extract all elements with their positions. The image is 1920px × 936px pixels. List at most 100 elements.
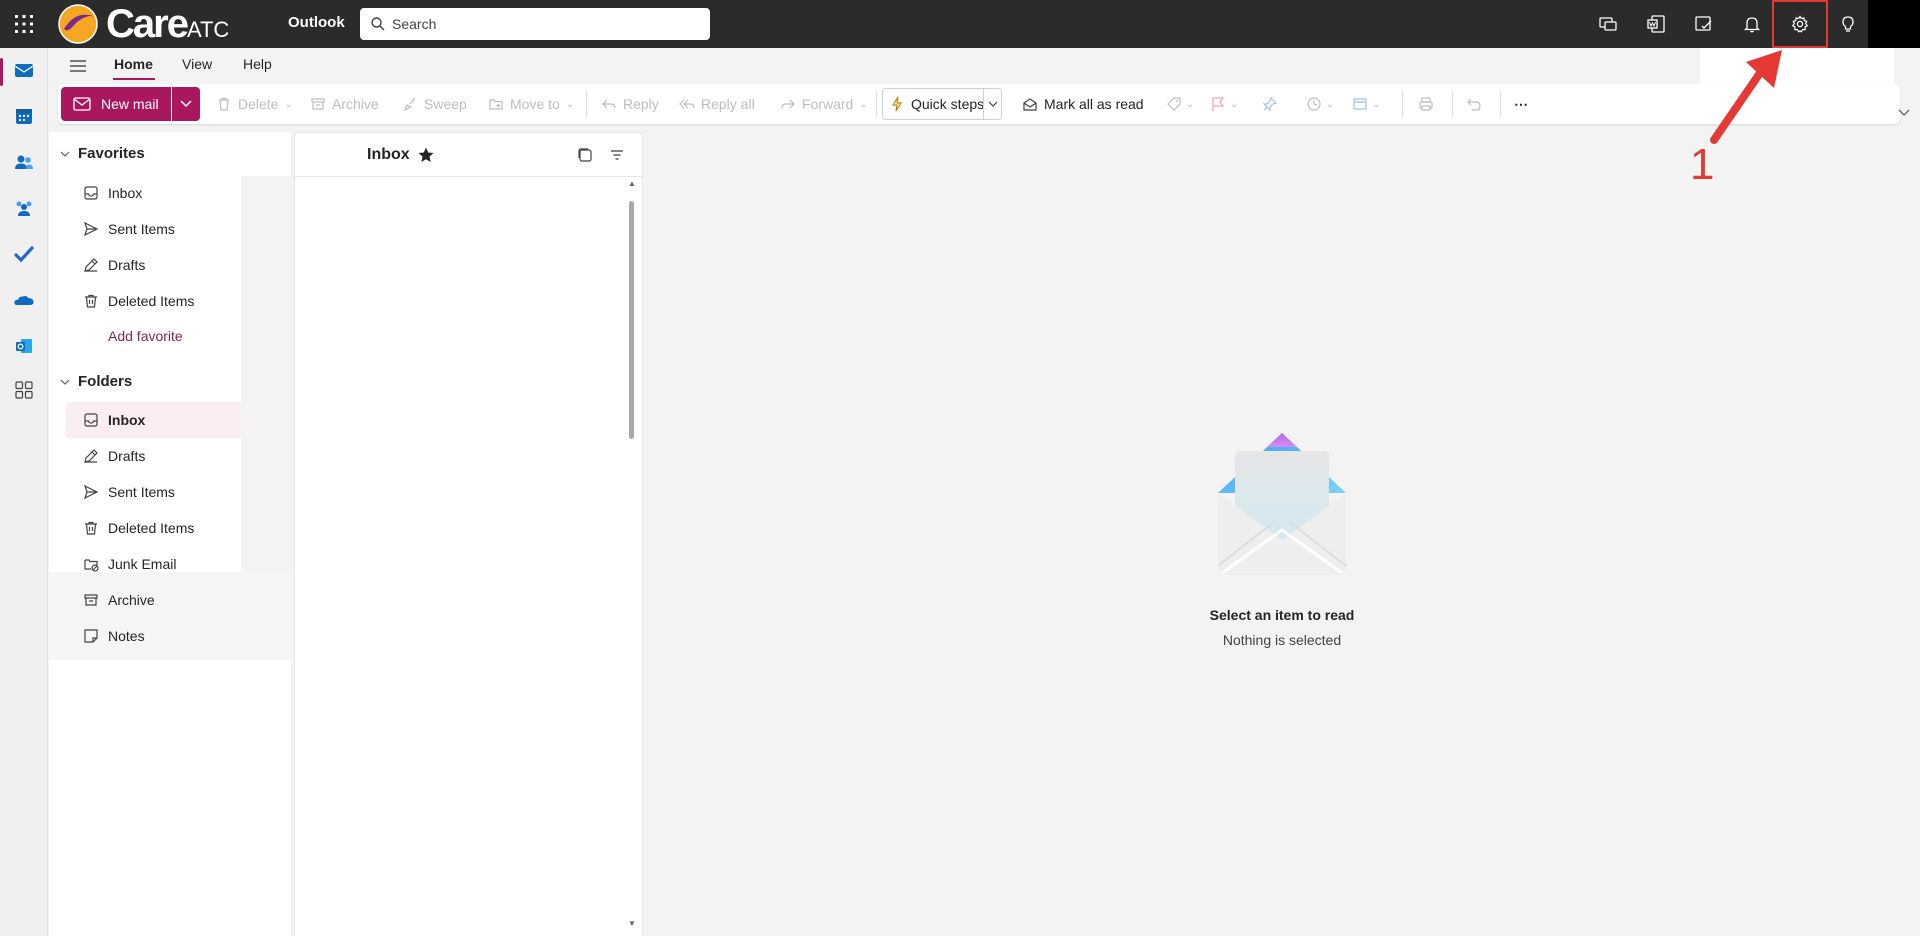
reading-pane-empty-title: Select an item to read bbox=[1209, 607, 1355, 623]
folders-header[interactable]: Folders bbox=[60, 373, 132, 390]
folder-deleted-items[interactable]: Deleted Items bbox=[82, 518, 194, 538]
app-name[interactable]: Outlook bbox=[288, 14, 345, 31]
quick-steps-label: Quick steps bbox=[911, 96, 985, 112]
snooze-button[interactable]: ⌄ bbox=[1306, 94, 1334, 114]
scroll-up-arrow-icon[interactable]: ▲ bbox=[628, 179, 636, 188]
folder-notes[interactable]: Notes bbox=[82, 626, 145, 646]
folder-junk-email-label: Junk Email bbox=[108, 556, 177, 572]
reply-button[interactable]: Reply bbox=[601, 94, 659, 114]
add-favorite-link[interactable]: Add favorite bbox=[108, 328, 183, 344]
select-mode-icon[interactable] bbox=[577, 147, 593, 166]
favorites-header[interactable]: Favorites bbox=[60, 145, 145, 162]
favorite-inbox[interactable]: Inbox bbox=[82, 183, 142, 203]
annotation-step-number: 1 bbox=[1690, 140, 1715, 189]
mark-all-read-button[interactable]: Mark all as read bbox=[1022, 94, 1144, 114]
folders-header-label: Folders bbox=[78, 373, 133, 390]
delete-button[interactable]: Delete ⌄ bbox=[216, 94, 293, 114]
mail-icon bbox=[73, 97, 91, 111]
groups-app-icon[interactable] bbox=[12, 196, 36, 220]
rules-button[interactable]: ⌄ bbox=[1352, 94, 1380, 114]
reading-pane-empty-subtitle: Nothing is selected bbox=[1222, 632, 1342, 648]
folder-inbox-label: Inbox bbox=[108, 412, 146, 428]
undo-icon bbox=[1467, 98, 1481, 111]
app-launcher-icon[interactable] bbox=[12, 12, 36, 36]
folder-sent-items[interactable]: Sent Items bbox=[82, 482, 175, 502]
favorite-sent-items-label: Sent Items bbox=[108, 221, 175, 237]
inbox-icon bbox=[82, 184, 100, 202]
onedrive-app-icon[interactable] bbox=[12, 288, 36, 312]
reply-all-label: Reply all bbox=[701, 96, 755, 112]
favorite-star-icon[interactable] bbox=[417, 146, 435, 167]
my-day-icon[interactable] bbox=[1692, 12, 1716, 36]
folder-drafts[interactable]: Drafts bbox=[82, 446, 145, 466]
reply-all-button[interactable]: Reply all bbox=[679, 94, 755, 114]
people-app-icon[interactable] bbox=[12, 150, 36, 174]
sweep-label: Sweep bbox=[424, 96, 467, 112]
account-avatar[interactable] bbox=[1868, 0, 1920, 48]
toolbar-divider bbox=[1452, 90, 1453, 118]
scroll-down-arrow-icon[interactable]: ▼ bbox=[628, 919, 636, 928]
tips-lightbulb-icon[interactable] bbox=[1836, 12, 1860, 36]
brand-name-suffix: ATC bbox=[186, 17, 230, 42]
archive-icon bbox=[311, 98, 325, 110]
mail-app-icon[interactable] bbox=[12, 58, 36, 82]
word-app-icon[interactable] bbox=[1644, 12, 1668, 36]
message-list-scrollbar[interactable]: ▲ ▼ bbox=[626, 179, 636, 931]
archive-label: Archive bbox=[332, 96, 379, 112]
more-apps-icon[interactable] bbox=[12, 378, 36, 402]
todo-app-icon[interactable] bbox=[12, 242, 36, 266]
outlook-app-icon[interactable] bbox=[12, 334, 36, 358]
quick-steps-button[interactable]: Quick steps bbox=[882, 88, 1002, 120]
notifications-bell-icon[interactable] bbox=[1740, 12, 1764, 36]
more-options-button[interactable]: ⋯ bbox=[1514, 94, 1528, 114]
new-mail-dropdown-button[interactable] bbox=[172, 87, 200, 121]
chevron-down-icon bbox=[60, 151, 70, 157]
lightning-icon bbox=[891, 96, 903, 112]
sweep-button[interactable]: Sweep bbox=[402, 94, 467, 114]
pin-button[interactable] bbox=[1262, 94, 1278, 114]
empty-envelope-illustration bbox=[1212, 430, 1352, 580]
reply-all-icon bbox=[679, 99, 695, 109]
print-button[interactable] bbox=[1418, 94, 1434, 114]
search-input[interactable] bbox=[392, 16, 692, 32]
calendar-app-icon[interactable] bbox=[12, 104, 36, 128]
tab-view[interactable]: View bbox=[182, 56, 212, 72]
hamburger-menu-icon[interactable] bbox=[68, 57, 88, 75]
drafts-icon bbox=[82, 447, 100, 465]
favorite-sent-items[interactable]: Sent Items bbox=[82, 219, 175, 239]
brand-logo[interactable]: CareATC bbox=[56, 3, 246, 45]
new-mail-button[interactable]: New mail bbox=[61, 87, 171, 121]
folder-notes-label: Notes bbox=[108, 628, 145, 644]
search-box[interactable] bbox=[360, 8, 710, 40]
flag-button[interactable]: ⌄ bbox=[1210, 94, 1238, 114]
favorite-deleted-items[interactable]: Deleted Items bbox=[82, 291, 194, 311]
undo-button[interactable] bbox=[1466, 94, 1482, 114]
tag-icon bbox=[1167, 97, 1181, 111]
folder-junk-email[interactable]: Junk Email bbox=[82, 554, 176, 574]
tab-home[interactable]: Home bbox=[114, 56, 153, 72]
forward-button[interactable]: Forward ⌄ bbox=[780, 94, 868, 114]
toolbar-divider bbox=[1500, 90, 1501, 118]
archive-button[interactable]: Archive bbox=[310, 94, 379, 114]
clock-icon bbox=[1307, 97, 1321, 111]
filter-icon[interactable] bbox=[609, 147, 625, 166]
teams-chat-icon[interactable] bbox=[1596, 12, 1620, 36]
delete-label: Delete bbox=[238, 96, 279, 112]
trash-icon bbox=[82, 292, 100, 310]
scrollbar-thumb[interactable] bbox=[629, 201, 634, 439]
move-to-button[interactable]: Move to ⌄ bbox=[488, 94, 574, 114]
favorites-header-label: Favorites bbox=[78, 145, 145, 162]
folder-deleted-items-label: Deleted Items bbox=[108, 520, 195, 536]
collapse-ribbon-chevron-icon[interactable] bbox=[1898, 104, 1910, 120]
favorite-drafts[interactable]: Drafts bbox=[82, 255, 145, 275]
active-tab-underline bbox=[113, 78, 155, 80]
folder-inbox[interactable]: Inbox bbox=[82, 410, 145, 430]
folder-archive[interactable]: Archive bbox=[82, 590, 155, 610]
folder-move-icon bbox=[489, 99, 503, 110]
tab-help[interactable]: Help bbox=[243, 56, 272, 72]
message-list-header: Inbox bbox=[295, 133, 644, 177]
favorite-inbox-label: Inbox bbox=[108, 185, 143, 201]
quick-steps-dropdown-icon[interactable] bbox=[983, 89, 1001, 119]
categorize-button[interactable]: ⌄ bbox=[1166, 94, 1194, 114]
flag-icon bbox=[1212, 97, 1225, 111]
